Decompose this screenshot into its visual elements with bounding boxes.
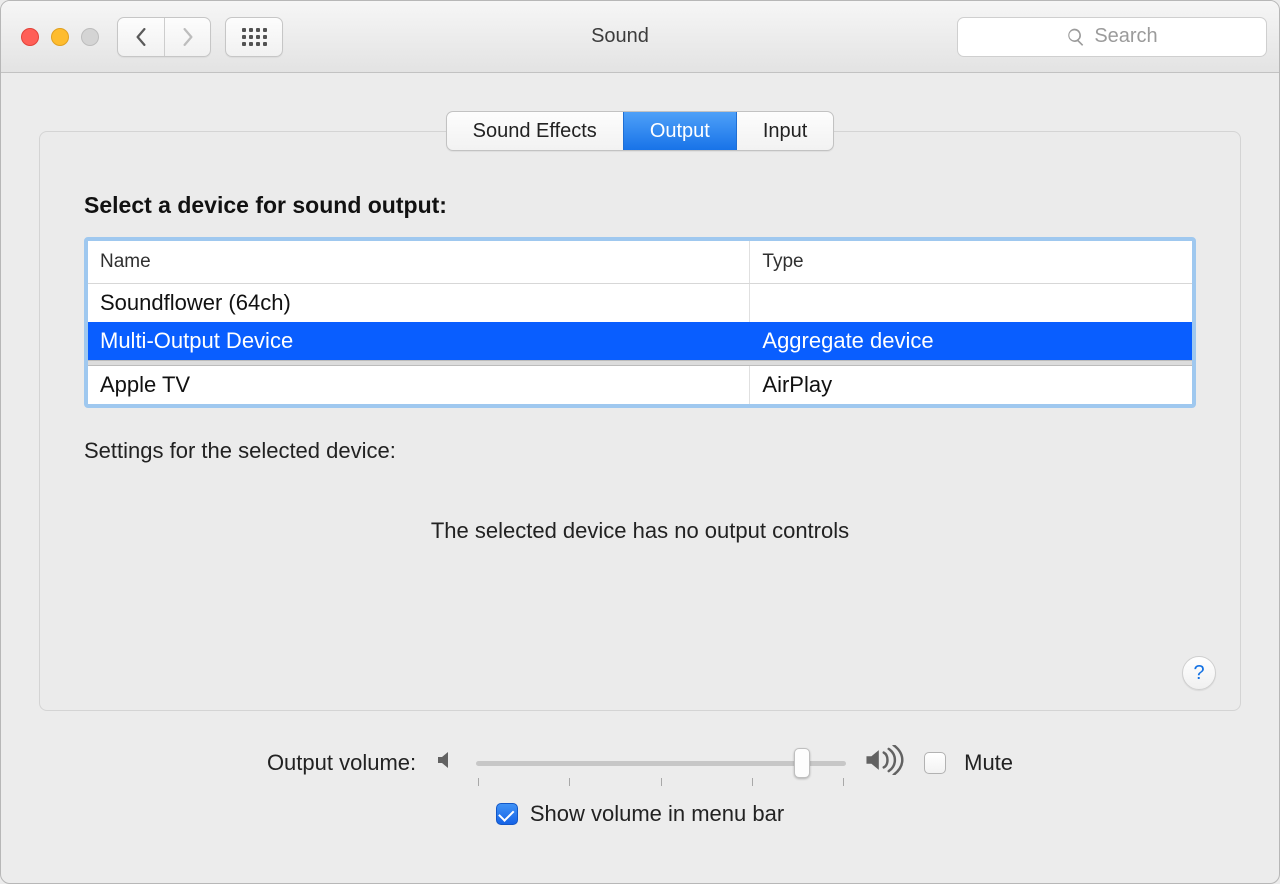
show-volume-menubar-label: Show volume in menu bar [530,801,784,827]
device-row[interactable]: Apple TV AirPlay [88,366,1192,404]
slider-thumb[interactable] [794,748,810,778]
device-type [750,284,1192,322]
device-table: Name Type Soundflower (64ch) Multi-Outpu… [84,237,1196,408]
search-placeholder: Search [1094,25,1157,48]
back-button[interactable] [118,18,164,56]
speaker-max-icon [864,745,906,781]
device-type: AirPlay [750,366,1192,404]
chevron-right-icon [181,28,195,46]
output-panel: Select a device for sound output: Name T… [39,131,1241,711]
output-volume-slider[interactable] [476,748,846,778]
mute-label: Mute [964,750,1013,776]
device-table-header: Name Type [88,241,1192,284]
device-row[interactable]: Soundflower (64ch) [88,284,1192,322]
window-minimize-button[interactable] [51,28,69,46]
help-button[interactable]: ? [1182,656,1216,690]
nav-back-forward [117,17,211,57]
search-input[interactable]: Search [957,17,1267,57]
device-name: Soundflower (64ch) [88,284,750,322]
window-title: Sound [591,25,649,47]
traffic-lights [13,28,103,46]
column-type[interactable]: Type [750,241,1192,283]
help-icon: ? [1193,662,1204,685]
speaker-min-icon [434,748,458,778]
tab-sound-effects[interactable]: Sound Effects [447,112,623,150]
window-close-button[interactable] [21,28,39,46]
settings-label: Settings for the selected device: [84,438,1196,464]
show-all-button[interactable] [225,17,283,57]
titlebar: Sound Search [1,1,1279,73]
show-volume-menubar-row: Show volume in menu bar [39,801,1241,827]
search-icon [1066,27,1086,47]
no-output-controls-message: The selected device has no output contro… [84,518,1196,544]
tab-input[interactable]: Input [736,112,833,150]
column-name[interactable]: Name [88,241,750,283]
output-volume-label: Output volume: [267,750,416,776]
output-volume-row: Output volume: Mute [39,745,1241,781]
show-volume-menubar-checkbox[interactable] [496,803,518,825]
content: Sound Effects Output Input Select a devi… [1,73,1279,883]
slider-ticks [476,778,846,786]
output-heading: Select a device for sound output: [84,192,1196,219]
tab-output[interactable]: Output [623,112,736,150]
device-name: Multi-Output Device [88,322,750,360]
grid-icon [242,28,267,46]
slider-track [476,761,846,766]
sound-preferences-window: Sound Search Sound Effects Output Input … [0,0,1280,884]
sound-tabs: Sound Effects Output Input [446,111,835,151]
chevron-left-icon [134,28,148,46]
window-zoom-button[interactable] [81,28,99,46]
device-row[interactable]: Multi-Output Device Aggregate device [88,322,1192,360]
device-name: Apple TV [88,366,750,404]
mute-checkbox[interactable] [924,752,946,774]
device-type: Aggregate device [750,322,1192,360]
forward-button[interactable] [164,18,210,56]
